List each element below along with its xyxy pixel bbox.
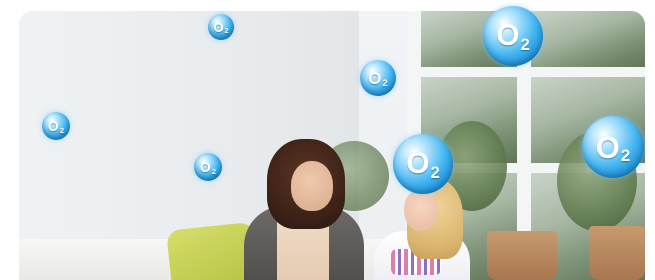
bubble-subscript: 2 [224,27,229,36]
photo-frame [19,11,645,280]
oxygen-bubble-icon: O2 [194,153,222,181]
oxygen-bubble-icon: O2 [208,14,234,40]
bubble-label: O [47,118,59,134]
terracotta-pot [589,226,645,280]
bubble-subscript: 2 [520,35,530,54]
girl-face [404,189,438,231]
terracotta-pot [487,231,557,280]
bubble-label: O [213,19,224,35]
bubble-subscript: 2 [620,146,631,166]
bubble-subscript: 2 [430,163,440,182]
oxygen-bubble-icon: O2 [483,6,543,66]
bubble-label: O [199,159,211,175]
bubble-label: O [406,147,430,180]
bubble-label: O [496,19,520,52]
oxygen-bubble-icon: O2 [582,116,644,178]
woman-face [291,161,333,211]
bubble-subscript: 2 [211,167,217,177]
bubble-subscript: 2 [382,78,388,89]
window-pane [531,11,645,67]
bubble-label: O [368,68,382,88]
bubble-subscript: 2 [59,126,65,136]
bubble-label: O [595,129,620,165]
oxygen-bubble-icon: O2 [393,134,453,194]
oxygen-bubble-icon: O2 [42,112,70,140]
oxygen-bubble-icon: O2 [360,60,396,96]
